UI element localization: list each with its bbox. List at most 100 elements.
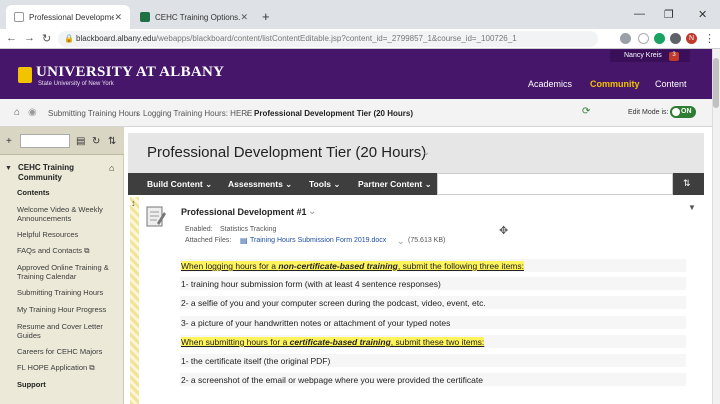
attached-file-size: (75.613 KB)	[408, 237, 446, 244]
edit-mode-toggle[interactable]: ON	[670, 106, 696, 118]
browser-tab[interactable]: CEHC Training Options.xlsx ✕	[132, 5, 256, 29]
drag-handle[interactable]	[130, 197, 139, 404]
course-home-icon[interactable]: ⌂	[109, 163, 114, 173]
user-name: Nancy Kreis	[624, 52, 662, 59]
reload-icon[interactable]: ↻	[42, 32, 51, 45]
course-menu-search[interactable]	[20, 134, 70, 148]
breadcrumb-separator-icon: ›	[246, 109, 249, 118]
item-menu-icon[interactable]: ▼	[688, 203, 696, 212]
tab-content[interactable]: Content	[655, 79, 687, 89]
back-icon[interactable]: ←	[6, 32, 17, 44]
document-item-icon	[146, 206, 166, 227]
cert-instruction: When submitting hours for a certificate-…	[181, 337, 485, 347]
bookmark-star-icon[interactable]	[638, 33, 649, 44]
tab-title: Professional Development Tier (2	[29, 12, 115, 22]
tree-view-icon[interactable]: ▤	[76, 136, 85, 147]
lock-icon: 🔒	[64, 34, 74, 43]
sidebar-item-submitting[interactable]: Submitting Training Hours	[17, 288, 103, 297]
forward-icon[interactable]: →	[24, 32, 35, 44]
build-content-label: Build Content	[147, 179, 203, 189]
sidebar-item-progress[interactable]: My Training Hour Progress	[17, 305, 106, 314]
search-icon[interactable]	[620, 33, 631, 44]
address-bar[interactable]: 🔒 blackboard.albany.edu/webapps/blackboa…	[58, 31, 598, 47]
tab-title: CEHC Training Options.xlsx	[155, 12, 241, 22]
list-item: 2- a selfie of you and your computer scr…	[181, 298, 486, 308]
sort-icon[interactable]: ⇅	[683, 178, 691, 189]
page-favicon-icon	[14, 12, 24, 22]
move-cursor-icon: ✥	[499, 225, 509, 237]
close-tab-icon[interactable]: ✕	[114, 12, 122, 23]
course-title[interactable]: CEHC Training Community	[18, 163, 88, 183]
action-bar-filler	[437, 173, 673, 195]
sidebar-item-approved-training[interactable]: Approved Online Training & Training Cale…	[17, 263, 117, 281]
non-cert-instruction: When logging hours for a non-certificate…	[181, 261, 524, 271]
list-item: 1- training hour submission form (with a…	[181, 279, 441, 289]
sidebar-item-support[interactable]: Support	[17, 380, 46, 389]
university-logo[interactable]: UNIVERSITY AT ALBANY	[36, 64, 224, 81]
close-window-icon[interactable]: ✕	[698, 8, 707, 21]
file-options-icon[interactable]: ⌄	[397, 236, 405, 247]
reorder-icon[interactable]: ⇅	[108, 136, 116, 147]
title-options-icon[interactable]: ⌄	[422, 147, 430, 158]
breadcrumb-current: Professional Development Tier (20 Hours)	[254, 109, 414, 118]
new-tab-button[interactable]: +	[262, 9, 270, 24]
maximize-icon[interactable]: ❐	[664, 8, 674, 21]
university-logo-icon	[18, 67, 32, 83]
sidebar-item-faqs[interactable]: FAQs and Contacts ⧉	[17, 246, 89, 255]
home-icon[interactable]: ⌂	[14, 107, 20, 118]
list-item: 1- the certificate itself (the original …	[181, 356, 331, 366]
sidebar-item-welcome[interactable]: Welcome Video & Weekly Announcements	[17, 205, 112, 223]
sidebar-item-hope[interactable]: FL HOPE Application ⧉	[17, 363, 95, 372]
tab-academics[interactable]: Academics	[528, 79, 572, 89]
add-menu-item-icon[interactable]: +	[6, 136, 12, 147]
build-content-button[interactable]: Build Content ⌄	[147, 179, 212, 190]
sidebar-item-resources[interactable]: Helpful Resources	[17, 230, 78, 239]
menu-icon[interactable]: ⋮	[704, 32, 715, 45]
list-item: 3- a picture of your handwritten notes o…	[181, 318, 451, 328]
close-tab-icon[interactable]: ✕	[240, 12, 248, 23]
minimize-icon[interactable]: —	[634, 8, 645, 20]
breadcrumb-item[interactable]: Logging Training Hours: HERE	[143, 109, 252, 118]
extension-icon[interactable]	[670, 33, 681, 44]
extension-icon[interactable]	[654, 33, 665, 44]
list-item: 2- a screenshot of the email or webpage …	[181, 375, 483, 385]
breadcrumb-menu-icon[interactable]: ◉	[28, 107, 37, 118]
edit-mode-label: Edit Mode is:	[628, 109, 669, 116]
cert-post: , submit these two items:	[390, 337, 485, 347]
tools-button[interactable]: Tools ⌄	[309, 179, 341, 190]
file-icon: ▤	[240, 236, 248, 245]
browser-tab-active[interactable]: Professional Development Tier (2 ✕	[6, 5, 130, 29]
breadcrumb-item[interactable]: Submitting Training Hours	[48, 109, 140, 118]
partner-content-button[interactable]: Partner Content ⌄	[358, 179, 432, 190]
cert-pre: When submitting hours for a	[181, 337, 290, 347]
profile-avatar[interactable]: N	[686, 33, 697, 44]
tools-label: Tools	[309, 179, 332, 189]
enabled-value: Statistics Tracking	[220, 226, 277, 233]
non-cert-pre: When logging hours for a	[181, 261, 279, 271]
item-options-icon[interactable]: ⌄	[308, 206, 316, 217]
sidebar-item-resume[interactable]: Resume and Cover Letter Guides	[17, 322, 115, 340]
assessments-label: Assessments	[228, 179, 283, 189]
sidebar-item-careers[interactable]: Careers for CEHC Majors	[17, 347, 102, 356]
assessments-button[interactable]: Assessments ⌄	[228, 179, 292, 190]
non-cert-post: , submit the following three items:	[397, 261, 524, 271]
url-host: blackboard.albany.edu	[76, 34, 156, 43]
university-logo-subtitle: State University of New York	[38, 81, 114, 87]
item-title[interactable]: Professional Development #1	[181, 207, 307, 217]
notification-badge[interactable]: 3	[669, 52, 679, 61]
url-path: /webapps/blackboard/content/listContentE…	[155, 34, 517, 43]
move-icon[interactable]: ↕	[131, 198, 136, 208]
attached-files-label: Attached Files:	[185, 237, 232, 244]
scrollbar-thumb[interactable]	[713, 58, 719, 108]
sidebar-item-contents[interactable]: Contents	[17, 188, 50, 197]
cert-em: certificate-based training	[289, 337, 391, 347]
tab-community[interactable]: Community	[590, 79, 640, 89]
non-cert-em: non-certificate-based training	[278, 261, 398, 271]
page-title: Professional Development Tier (20 Hours)	[147, 144, 427, 161]
excel-favicon-icon	[140, 12, 150, 22]
collapse-icon[interactable]: ▼	[5, 165, 12, 172]
attached-file-link[interactable]: Training Hours Submission Form 2019.docx	[250, 237, 386, 244]
partner-content-label: Partner Content	[358, 179, 423, 189]
student-preview-icon[interactable]: ⟳	[582, 106, 590, 117]
refresh-icon[interactable]: ↻	[92, 136, 100, 147]
